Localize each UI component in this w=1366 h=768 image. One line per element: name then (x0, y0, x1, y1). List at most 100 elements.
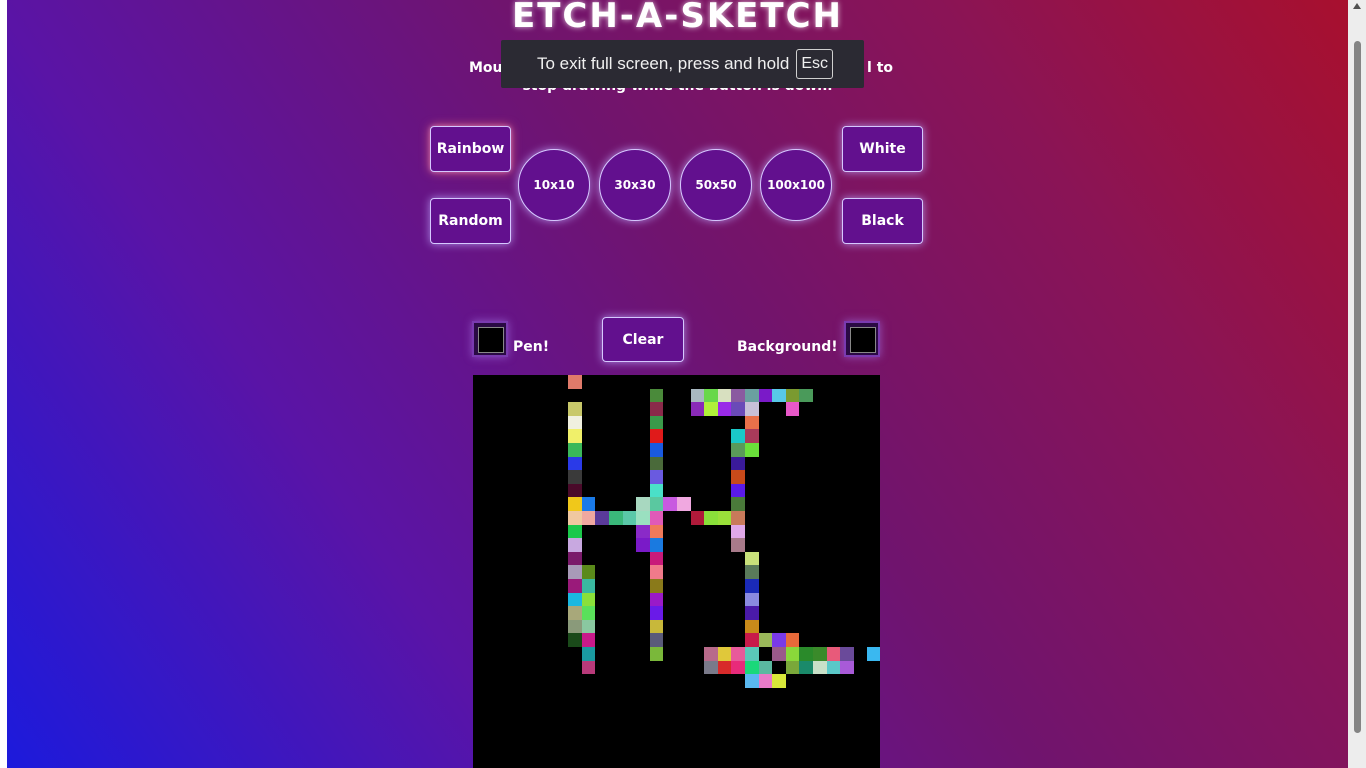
grid-cell[interactable] (568, 375, 582, 389)
grid-cell[interactable] (622, 511, 637, 525)
grid-cell[interactable] (581, 619, 596, 634)
grid-cell[interactable] (568, 402, 582, 416)
grid-cell[interactable] (704, 388, 718, 403)
grid-cell[interactable] (745, 402, 759, 416)
grid-cell[interactable] (785, 647, 800, 661)
grid-cell[interactable] (568, 619, 582, 634)
grid-cell[interactable] (649, 524, 664, 539)
grid-cell[interactable] (649, 592, 664, 607)
grid-cell[interactable] (731, 456, 745, 471)
grid-cell[interactable] (772, 388, 786, 403)
grid-cell[interactable] (731, 524, 745, 539)
grid-cell[interactable] (568, 483, 582, 498)
grid-cell[interactable] (758, 633, 773, 647)
grid-cell[interactable] (568, 633, 582, 647)
grid-cell[interactable] (649, 619, 664, 634)
grid-100x100-button[interactable]: 100x100 (760, 149, 832, 221)
grid-cell[interactable] (649, 483, 664, 498)
grid-cell[interactable] (717, 647, 732, 661)
grid-cell[interactable] (826, 647, 841, 661)
grid-50x50-button[interactable]: 50x50 (680, 149, 752, 221)
grid-cell[interactable] (745, 647, 759, 661)
clear-button[interactable]: Clear (602, 317, 684, 362)
grid-cell[interactable] (731, 429, 745, 443)
grid-cell[interactable] (568, 538, 582, 552)
grid-cell[interactable] (568, 470, 582, 484)
grid-cell[interactable] (745, 551, 759, 566)
grid-cell[interactable] (568, 511, 582, 525)
vertical-scrollbar[interactable] (1348, 0, 1366, 768)
grid-cell[interactable] (745, 443, 759, 457)
grid-cell[interactable] (649, 497, 664, 511)
grid-cell[interactable] (826, 660, 841, 675)
grid-cell[interactable] (581, 647, 596, 661)
grid-cell[interactable] (581, 579, 596, 593)
grid-cell[interactable] (568, 497, 582, 511)
grid-cell[interactable] (677, 497, 691, 511)
grid-cell[interactable] (758, 388, 773, 403)
grid-cell[interactable] (704, 647, 718, 661)
grid-cell[interactable] (731, 497, 745, 511)
pen-color-picker[interactable] (472, 321, 508, 357)
grid-cell[interactable] (581, 511, 596, 525)
background-color-picker[interactable] (844, 321, 880, 357)
grid-cell[interactable] (649, 402, 664, 416)
grid-30x30-button[interactable]: 30x30 (599, 149, 671, 221)
grid-cell[interactable] (772, 647, 786, 661)
grid-cell[interactable] (799, 388, 813, 403)
grid-cell[interactable] (867, 647, 880, 661)
random-button[interactable]: Random (430, 198, 511, 244)
grid-cell[interactable] (785, 633, 800, 647)
grid-cell[interactable] (813, 660, 827, 675)
grid-cell[interactable] (745, 606, 759, 620)
grid-cell[interactable] (581, 565, 596, 579)
grid-cell[interactable] (595, 511, 609, 525)
sketch-canvas[interactable] (473, 375, 880, 768)
grid-cell[interactable] (745, 415, 759, 430)
grid-10x10-button[interactable]: 10x10 (518, 149, 590, 221)
grid-cell[interactable] (813, 647, 827, 661)
grid-cell[interactable] (581, 660, 596, 675)
grid-cell[interactable] (717, 660, 732, 675)
grid-cell[interactable] (568, 524, 582, 539)
grid-cell[interactable] (745, 388, 759, 403)
grid-cell[interactable] (731, 660, 745, 675)
grid-cell[interactable] (636, 538, 650, 552)
grid-cell[interactable] (840, 647, 854, 661)
grid-cell[interactable] (717, 402, 732, 416)
scroll-up-arrow-icon[interactable] (1353, 3, 1361, 9)
grid-cell[interactable] (731, 402, 745, 416)
black-button[interactable]: Black (842, 198, 923, 244)
grid-cell[interactable] (690, 402, 705, 416)
grid-cell[interactable] (649, 470, 664, 484)
grid-cell[interactable] (745, 565, 759, 579)
grid-cell[interactable] (758, 674, 773, 688)
grid-cell[interactable] (731, 388, 745, 403)
rainbow-button[interactable]: Rainbow (430, 126, 511, 172)
grid-cell[interactable] (649, 415, 664, 430)
grid-cell[interactable] (745, 592, 759, 607)
grid-cell[interactable] (717, 388, 732, 403)
grid-cell[interactable] (568, 443, 582, 457)
grid-cell[interactable] (581, 606, 596, 620)
grid-cell[interactable] (717, 511, 732, 525)
grid-cell[interactable] (568, 579, 582, 593)
grid-cell[interactable] (731, 647, 745, 661)
grid-cell[interactable] (799, 660, 813, 675)
grid-cell[interactable] (636, 524, 650, 539)
grid-cell[interactable] (745, 660, 759, 675)
grid-cell[interactable] (649, 538, 664, 552)
grid-cell[interactable] (568, 415, 582, 430)
grid-cell[interactable] (568, 456, 582, 471)
grid-cell[interactable] (649, 551, 664, 566)
grid-cell[interactable] (704, 511, 718, 525)
white-button[interactable]: White (842, 126, 923, 172)
grid-cell[interactable] (731, 483, 745, 498)
grid-cell[interactable] (568, 565, 582, 579)
grid-cell[interactable] (758, 660, 773, 675)
grid-cell[interactable] (649, 633, 664, 647)
grid-cell[interactable] (649, 388, 664, 403)
grid-cell[interactable] (799, 647, 813, 661)
grid-cell[interactable] (731, 511, 745, 525)
grid-cell[interactable] (649, 456, 664, 471)
